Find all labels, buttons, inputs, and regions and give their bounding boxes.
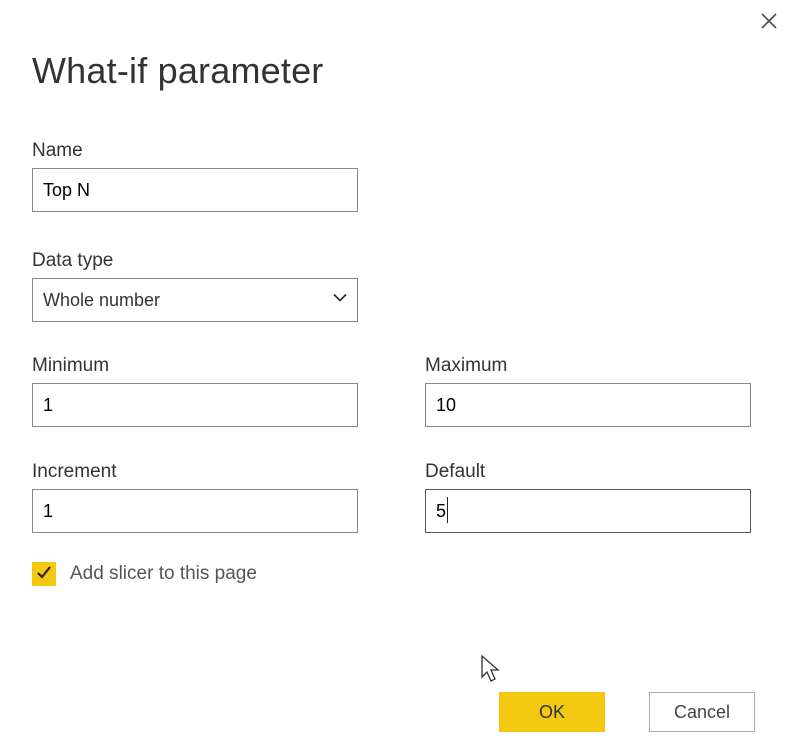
datatype-label: Data type <box>32 250 358 272</box>
dialog-buttons: OK Cancel <box>499 692 755 732</box>
add-slicer-label: Add slicer to this page <box>70 563 257 585</box>
field-minimum: Minimum <box>32 355 358 427</box>
minimum-input[interactable] <box>32 383 358 427</box>
close-icon <box>760 12 778 33</box>
checkmark-icon <box>36 564 52 585</box>
default-input[interactable] <box>425 489 751 533</box>
default-label: Default <box>425 461 751 483</box>
maximum-input[interactable] <box>425 383 751 427</box>
close-button[interactable] <box>757 10 781 34</box>
increment-label: Increment <box>32 461 358 483</box>
dialog-title: What-if parameter <box>32 50 324 92</box>
name-label: Name <box>32 140 358 162</box>
text-caret <box>447 497 448 523</box>
ok-button[interactable]: OK <box>499 692 605 732</box>
minimum-label: Minimum <box>32 355 358 377</box>
add-slicer-row: Add slicer to this page <box>32 562 257 586</box>
datatype-value: Whole number <box>32 278 358 322</box>
name-input[interactable] <box>32 168 358 212</box>
field-name: Name <box>32 140 358 212</box>
field-default: Default <box>425 461 751 533</box>
maximum-label: Maximum <box>425 355 751 377</box>
field-datatype: Data type Whole number <box>32 250 358 322</box>
datatype-select[interactable]: Whole number <box>32 278 358 322</box>
mouse-cursor-icon <box>481 655 503 690</box>
cancel-button[interactable]: Cancel <box>649 692 755 732</box>
field-increment: Increment <box>32 461 358 533</box>
add-slicer-checkbox[interactable] <box>32 562 56 586</box>
field-maximum: Maximum <box>425 355 751 427</box>
increment-input[interactable] <box>32 489 358 533</box>
